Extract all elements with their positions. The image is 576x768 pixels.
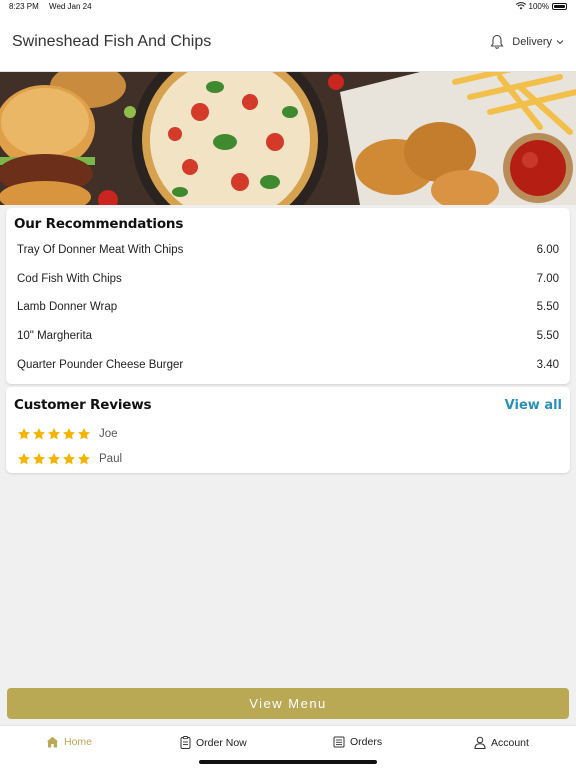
view-menu-button[interactable]: View Menu — [7, 688, 569, 719]
home-icon — [46, 736, 59, 748]
hero-banner-image — [0, 72, 576, 205]
recommendation-item[interactable]: Tray Of Donner Meat With Chips 6.00 — [17, 236, 559, 265]
star-icon — [47, 427, 61, 441]
page-title: Swineshead Fish And Chips — [12, 33, 212, 50]
star-icon — [32, 452, 46, 466]
recommendation-item[interactable]: Quarter Pounder Cheese Burger 3.40 — [17, 350, 559, 379]
item-price: 6.00 — [536, 244, 559, 257]
status-time: 8:23 PM — [9, 2, 39, 11]
chevron-down-icon — [556, 36, 564, 48]
recommendation-item[interactable]: Lamb Donner Wrap 5.50 — [17, 293, 559, 322]
star-rating — [17, 427, 91, 441]
battery-icon — [552, 3, 567, 10]
status-bar: 8:23 PM Wed Jan 24 100% — [0, 0, 576, 13]
app-header: Swineshead Fish And Chips Delivery — [0, 13, 576, 72]
account-icon — [474, 736, 486, 749]
tab-order-now[interactable]: Order Now — [180, 736, 247, 749]
delivery-selector[interactable]: Delivery — [512, 36, 564, 48]
star-icon — [77, 427, 91, 441]
reviews-card: Customer Reviews View all Joe Paul — [6, 387, 570, 473]
star-icon — [47, 452, 61, 466]
view-all-reviews-link[interactable]: View all — [505, 398, 562, 413]
recommendations-title: Our Recommendations — [14, 216, 184, 232]
tab-label: Account — [491, 736, 529, 749]
delivery-label: Delivery — [512, 36, 552, 48]
review-item: Paul — [6, 446, 570, 471]
reviewer-name: Joe — [99, 427, 118, 440]
star-rating — [17, 452, 91, 466]
item-price: 5.50 — [536, 301, 559, 314]
orders-list-icon — [333, 736, 345, 748]
battery-percent: 100% — [528, 2, 549, 11]
tab-label: Orders — [350, 736, 383, 748]
item-name: 10" Margherita — [17, 330, 93, 343]
star-icon — [32, 427, 46, 441]
wifi-icon — [515, 1, 526, 12]
recommendation-item[interactable]: Cod Fish With Chips 7.00 — [17, 265, 559, 294]
order-icon — [180, 736, 191, 749]
recommendations-card: Our Recommendations Tray Of Donner Meat … — [6, 208, 570, 384]
recommendations-list: Tray Of Donner Meat With Chips 6.00 Cod … — [6, 236, 570, 379]
star-icon — [17, 452, 31, 466]
tab-orders[interactable]: Orders — [333, 736, 382, 748]
item-name: Tray Of Donner Meat With Chips — [17, 244, 184, 257]
home-indicator — [199, 760, 377, 764]
tab-home[interactable]: Home — [46, 736, 92, 748]
recommendation-item[interactable]: 10" Margherita 5.50 — [17, 322, 559, 351]
item-name: Quarter Pounder Cheese Burger — [17, 358, 184, 371]
item-price: 3.40 — [536, 358, 559, 371]
review-item: Joe — [6, 421, 570, 446]
tab-account[interactable]: Account — [474, 736, 529, 749]
reviews-title: Customer Reviews — [14, 397, 152, 413]
item-name: Cod Fish With Chips — [17, 272, 122, 285]
item-name: Lamb Donner Wrap — [17, 301, 118, 314]
tab-label: Home — [64, 736, 93, 748]
star-icon — [62, 427, 76, 441]
bell-icon[interactable] — [490, 34, 504, 50]
star-icon — [62, 452, 76, 466]
star-icon — [77, 452, 91, 466]
tab-label: Order Now — [196, 736, 247, 749]
item-price: 5.50 — [536, 330, 559, 343]
item-price: 7.00 — [536, 272, 559, 285]
star-icon — [17, 427, 31, 441]
reviewer-name: Paul — [99, 452, 123, 465]
status-date: Wed Jan 24 — [49, 2, 92, 11]
